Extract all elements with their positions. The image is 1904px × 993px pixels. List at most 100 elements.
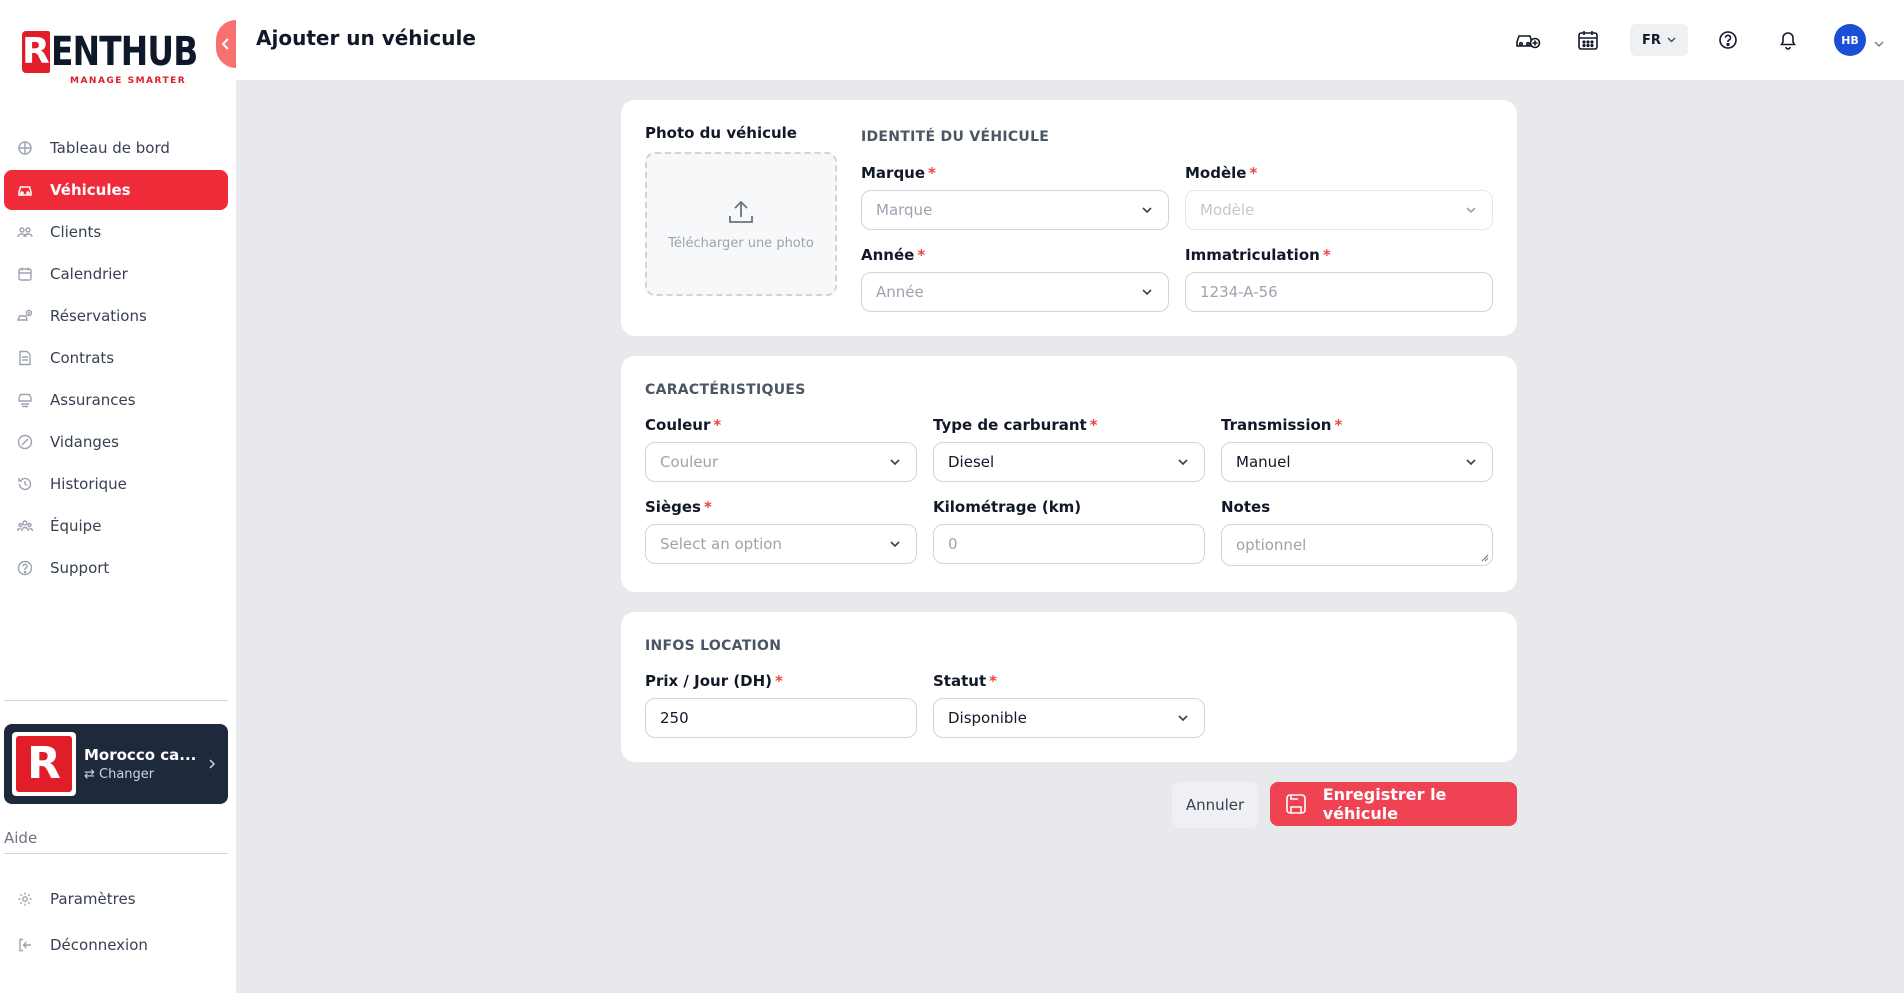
photo-upload-dropzone[interactable]: Télécharger une photo <box>645 152 837 296</box>
chevron-down-icon <box>890 541 900 548</box>
chevron-down-icon[interactable] <box>1874 32 1884 51</box>
color-select[interactable]: Couleur <box>645 442 917 482</box>
cancel-button[interactable]: Annuler <box>1172 782 1258 828</box>
brand-select[interactable]: Marque <box>861 190 1169 230</box>
sidebar-item-calendar[interactable]: Calendrier <box>4 254 228 294</box>
sidebar-divider <box>4 853 228 854</box>
help-icon <box>16 559 34 577</box>
transmission-field-label: Transmission * <box>1221 416 1343 434</box>
notes-textarea[interactable]: optionnel <box>1221 524 1493 566</box>
sidebar-item-label: Assurances <box>50 391 136 409</box>
seats-select[interactable]: Select an option <box>645 524 917 564</box>
sidebar-item-label: Déconnexion <box>50 936 148 954</box>
chevron-down-icon <box>1466 207 1476 214</box>
sidebar-item-oil-changes[interactable]: Vidanges <box>4 422 228 462</box>
model-field-label: Modèle * <box>1185 164 1258 182</box>
sidebar-item-label: Véhicules <box>50 181 131 199</box>
sidebar-divider <box>4 700 228 701</box>
price-input[interactable]: 250 <box>645 698 917 738</box>
identity-section-title: IDENTITÉ DU VÉHICULE <box>861 129 1050 145</box>
sidebar-item-label: Paramètres <box>50 890 136 908</box>
price-field-label: Prix / Jour (DH) * <box>645 672 783 690</box>
sidebar-item-support[interactable]: Support <box>4 548 228 588</box>
calendar-icon[interactable] <box>1574 26 1602 54</box>
user-avatar[interactable]: HB <box>1834 24 1866 56</box>
history-icon <box>16 475 34 493</box>
mileage-field-label: Kilométrage (km) <box>933 498 1082 516</box>
chevron-right-icon <box>208 755 216 774</box>
collapse-sidebar-button[interactable] <box>216 20 236 68</box>
plate-input[interactable]: 1234-A-56 <box>1185 272 1493 312</box>
rental-section-title: INFOS LOCATION <box>645 638 782 654</box>
language-selector[interactable]: FR <box>1630 24 1688 56</box>
brand-logo[interactable]: R ENTHUB MANAGE SMARTER <box>22 30 204 90</box>
sidebar-bottom-nav: Paramètres Déconnexion <box>4 879 228 967</box>
transmission-select[interactable]: Manuel <box>1221 442 1493 482</box>
sidebar: R ENTHUB MANAGE SMARTER Tableau de bord … <box>0 0 236 993</box>
chevron-left-icon <box>221 38 229 50</box>
add-vehicle-icon[interactable] <box>1514 26 1542 54</box>
logo-text: ENTHUB <box>50 29 198 75</box>
sidebar-item-vehicles[interactable]: Véhicules <box>4 170 228 210</box>
dashboard-icon <box>16 139 34 157</box>
save-icon <box>1284 791 1309 817</box>
oil-icon <box>16 433 34 451</box>
resize-handle-icon[interactable] <box>1481 554 1489 562</box>
logout-icon <box>16 936 34 954</box>
year-select[interactable]: Année <box>861 272 1169 312</box>
status-select[interactable]: Disponible <box>933 698 1205 738</box>
chevron-down-icon <box>1142 289 1152 296</box>
top-header: Ajouter un véhicule FR HB <box>236 0 1904 80</box>
sidebar-item-label: Calendrier <box>50 265 128 283</box>
logo-tagline: MANAGE SMARTER <box>70 76 187 86</box>
upload-icon <box>729 200 753 223</box>
color-field-label: Couleur * <box>645 416 722 434</box>
sidebar-item-logout[interactable]: Déconnexion <box>4 925 228 965</box>
document-icon <box>16 349 34 367</box>
notes-field-label: Notes <box>1221 498 1271 516</box>
sidebar-item-settings[interactable]: Paramètres <box>4 879 228 919</box>
rental-info-card: INFOS LOCATION Prix / Jour (DH) * 250 Sta… <box>621 612 1517 762</box>
sidebar-item-insurance[interactable]: Assurances <box>4 380 228 420</box>
company-name: Morocco ca... <box>84 746 197 764</box>
sidebar-item-reservations[interactable]: Réservations <box>4 296 228 336</box>
vehicle-identity-card: Photo du véhicule Télécharger une photo … <box>621 100 1517 336</box>
vehicle-features-card: CARACTÉRISTIQUES Couleur * Couleur Type d… <box>621 356 1517 592</box>
bell-icon[interactable] <box>1774 26 1802 54</box>
sidebar-item-contracts[interactable]: Contrats <box>4 338 228 378</box>
page-title: Ajouter un véhicule <box>256 26 476 50</box>
fuel-field-label: Type de carburant * <box>933 416 1098 434</box>
company-change-label: ⇄ Changer <box>84 767 155 782</box>
status-field-label: Statut * <box>933 672 997 690</box>
language-label: FR <box>1642 32 1661 48</box>
chevron-down-icon <box>1178 459 1188 466</box>
sidebar-item-dashboard[interactable]: Tableau de bord <box>4 128 228 168</box>
sidebar-item-team[interactable]: Équipe <box>4 506 228 546</box>
sidebar-item-label: Support <box>50 559 110 577</box>
users-icon <box>16 223 34 241</box>
save-button-label: Enregistrer le véhicule <box>1322 785 1447 823</box>
chevron-down-icon <box>1178 715 1188 722</box>
plate-field-label: Immatriculation * <box>1185 246 1331 264</box>
settings-icon <box>16 890 34 908</box>
fuel-select[interactable]: Diesel <box>933 442 1205 482</box>
sidebar-item-clients[interactable]: Clients <box>4 212 228 252</box>
company-switcher[interactable]: R Morocco ca... ⇄ Changer <box>4 724 228 804</box>
mileage-input[interactable]: 0 <box>933 524 1205 564</box>
seats-field-label: Sièges * <box>645 498 712 516</box>
team-icon <box>16 517 34 535</box>
save-vehicle-button[interactable]: Enregistrer le véhicule <box>1270 782 1517 826</box>
model-select[interactable]: Modèle <box>1185 190 1493 230</box>
booking-icon <box>16 307 34 325</box>
sidebar-item-label: Tableau de bord <box>50 139 170 157</box>
sidebar-item-label: Équipe <box>50 517 102 535</box>
help-section-label: Aide <box>4 829 38 847</box>
photo-label: Photo du véhicule <box>645 124 797 142</box>
car-icon <box>16 181 34 199</box>
company-logo: R <box>12 732 76 796</box>
help-icon[interactable] <box>1714 26 1742 54</box>
year-field-label: Année * <box>861 246 926 264</box>
sidebar-item-label: Contrats <box>50 349 115 367</box>
upload-text: Télécharger une photo <box>668 235 814 251</box>
sidebar-item-history[interactable]: Historique <box>4 464 228 504</box>
